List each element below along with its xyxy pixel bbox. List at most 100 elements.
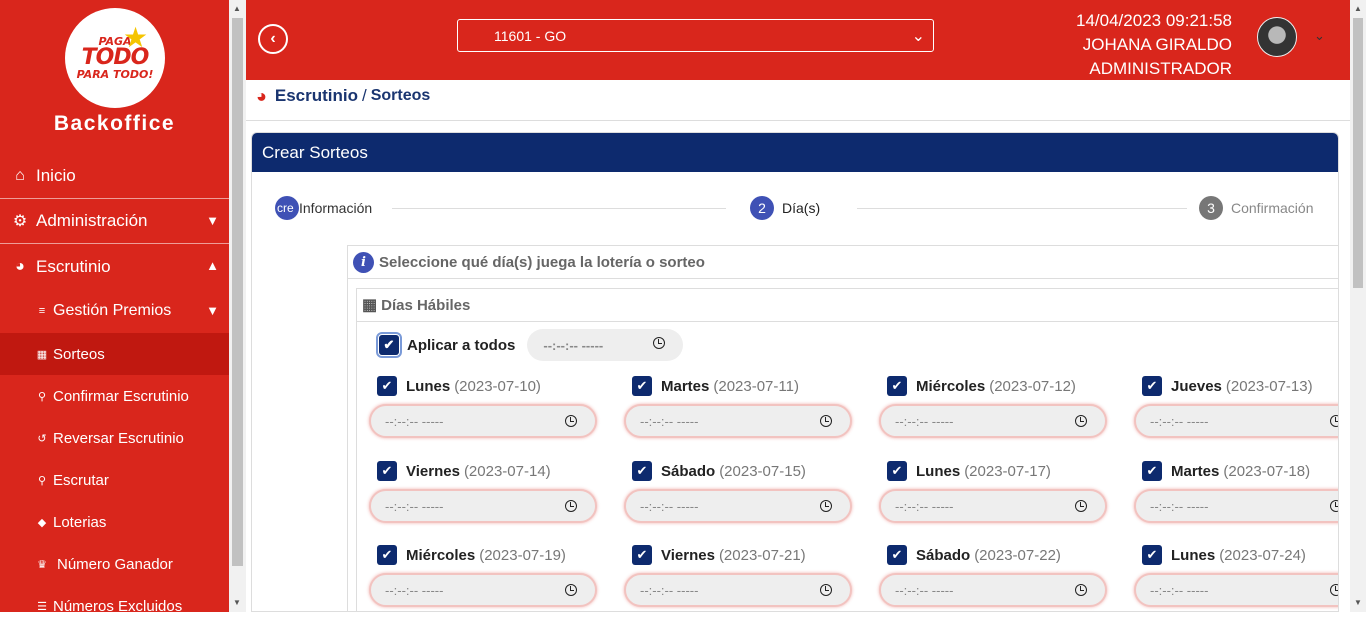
clock-icon[interactable]	[565, 584, 577, 596]
day-time-input[interactable]: --:--:-- -----	[1134, 404, 1338, 438]
day-label[interactable]: ✔ Lunes (2023-07-24)	[1142, 543, 1306, 567]
clock-icon[interactable]	[1330, 415, 1338, 427]
ticket-icon: ◆	[37, 516, 47, 529]
day-checkbox[interactable]: ✔	[887, 376, 907, 396]
day-checkbox[interactable]: ✔	[632, 461, 652, 481]
scrollbar-thumb[interactable]	[1353, 18, 1363, 288]
step-confirmacion[interactable]: 3 Confirmación	[1199, 196, 1313, 220]
scroll-down-arrow-icon[interactable]: ▼	[233, 598, 241, 607]
day-time-input[interactable]: --:--:-- -----	[624, 404, 852, 438]
sidebar-item-gestion-premios[interactable]: ≡ Gestión Premios ▼	[0, 289, 229, 333]
chevron-left-icon: ‹	[270, 30, 276, 47]
step-dias[interactable]: 2 Día(s)	[750, 196, 820, 220]
clock-icon[interactable]	[820, 415, 832, 427]
time-placeholder: --:--:-- -----	[640, 413, 699, 429]
sidebar-item-escrutinio[interactable]: ◕ Escrutinio ▲	[0, 244, 229, 289]
day-entry: ✔ Miércoles (2023-07-19) --:--:-- -----	[369, 543, 604, 611]
day-checkbox[interactable]: ✔	[1142, 376, 1162, 396]
day-label[interactable]: ✔ Martes (2023-07-18)	[1142, 459, 1310, 483]
day-entry: ✔ Viernes (2023-07-14) --:--:-- -----	[369, 459, 604, 539]
back-button[interactable]: ‹	[258, 24, 288, 54]
main-scrollbar[interactable]: ▲ ▼	[1350, 0, 1366, 612]
clock-icon[interactable]	[653, 337, 666, 349]
sidebar-item-confirmar-escrutinio[interactable]: ⚲ Confirmar Escrutinio	[0, 375, 229, 417]
clock-icon[interactable]	[1075, 415, 1087, 427]
day-time-input[interactable]: --:--:-- -----	[879, 573, 1107, 607]
day-label[interactable]: ✔ Sábado (2023-07-22)	[887, 543, 1061, 567]
clock-icon[interactable]	[820, 500, 832, 512]
scroll-up-arrow-icon[interactable]: ▲	[1354, 4, 1362, 13]
day-label[interactable]: ✔ Viernes (2023-07-21)	[632, 543, 806, 567]
avatar[interactable]	[1257, 17, 1297, 57]
sidebar-item-label: Inicio	[36, 166, 76, 185]
scroll-down-arrow-icon[interactable]: ▼	[1354, 598, 1362, 607]
day-checkbox[interactable]: ✔	[887, 545, 907, 565]
day-label[interactable]: ✔ Lunes (2023-07-10)	[377, 374, 541, 398]
breadcrumb-section[interactable]: Escrutinio	[275, 86, 358, 106]
day-checkbox[interactable]: ✔	[632, 376, 652, 396]
day-checkbox[interactable]: ✔	[377, 461, 397, 481]
day-date: (2023-07-11)	[713, 377, 799, 395]
day-label[interactable]: ✔ Sábado (2023-07-15)	[632, 459, 806, 483]
logo[interactable]: PAGA TODO PARA TODO! ★	[65, 8, 165, 108]
star-icon: ★	[123, 22, 149, 53]
sidebar-scrollbar[interactable]: ▲ ▼	[229, 0, 246, 612]
sliders-icon: ≡	[38, 305, 46, 317]
day-time-input[interactable]: --:--:-- -----	[624, 489, 852, 523]
day-time-input[interactable]: --:--:-- -----	[369, 404, 597, 438]
sidebar-item-numeros-excluidos[interactable]: ☰ Números Excluidos	[0, 585, 229, 627]
day-time-input[interactable]: --:--:-- -----	[879, 489, 1107, 523]
apply-all-label[interactable]: Aplicar a todos	[407, 337, 515, 354]
day-label[interactable]: ✔ Martes (2023-07-11)	[632, 374, 799, 398]
day-checkbox[interactable]: ✔	[377, 376, 397, 396]
step-label: Información	[299, 200, 373, 216]
clock-icon[interactable]	[565, 500, 577, 512]
day-time-input[interactable]: --:--:-- -----	[369, 573, 597, 607]
sidebar-item-inicio[interactable]: ⌂ Inicio	[0, 154, 229, 199]
sidebar-item-reversar-escrutinio[interactable]: ↺ Reversar Escrutinio	[0, 417, 229, 459]
day-time-input[interactable]: --:--:-- -----	[1134, 489, 1338, 523]
day-checkbox[interactable]: ✔	[1142, 461, 1162, 481]
day-checkbox[interactable]: ✔	[632, 545, 652, 565]
sidebar-item-administracion[interactable]: ⚙ Administración ▼	[0, 199, 229, 244]
sidebar-item-escrutar[interactable]: ⚲ Escrutar	[0, 459, 229, 501]
clock-icon[interactable]	[1330, 584, 1338, 596]
calendar-icon: ▦	[36, 348, 48, 361]
apply-all-checkbox[interactable]: ✔	[376, 332, 402, 358]
day-time-input[interactable]: --:--:-- -----	[879, 404, 1107, 438]
scroll-up-arrow-icon[interactable]: ▲	[233, 4, 241, 13]
sidebar-item-loterias[interactable]: ◆ Loterias	[0, 501, 229, 543]
chevron-down-icon[interactable]: ⌄	[1314, 28, 1325, 44]
clock-icon[interactable]	[1330, 500, 1338, 512]
brand-title: Backoffice	[53, 112, 176, 135]
time-placeholder: --:--:-- -----	[1150, 413, 1209, 429]
clock-icon[interactable]	[1075, 500, 1087, 512]
day-date: (2023-07-24)	[1219, 546, 1306, 564]
day-label[interactable]: ✔ Jueves (2023-07-13)	[1142, 374, 1313, 398]
time-placeholder: --:--:-- -----	[640, 582, 699, 598]
scrollbar-thumb[interactable]	[232, 18, 243, 566]
day-time-input[interactable]: --:--:-- -----	[624, 573, 852, 607]
day-label[interactable]: ✔ Lunes (2023-07-17)	[887, 459, 1051, 483]
day-entry: ✔ Martes (2023-07-18) --:--:-- -----	[1134, 459, 1338, 539]
apply-all-time-input[interactable]: --:--:-- -----	[527, 329, 684, 361]
day-time-input[interactable]: --:--:-- -----	[369, 489, 597, 523]
day-date: (2023-07-10)	[454, 377, 541, 395]
time-placeholder: --:--:-- -----	[385, 413, 444, 429]
day-checkbox[interactable]: ✔	[377, 545, 397, 565]
clock-icon[interactable]	[565, 415, 577, 427]
day-label[interactable]: ✔ Miércoles (2023-07-12)	[887, 374, 1076, 398]
day-label[interactable]: ✔ Viernes (2023-07-14)	[377, 459, 551, 483]
day-label[interactable]: ✔ Miércoles (2023-07-19)	[377, 543, 566, 567]
day-time-input[interactable]: --:--:-- -----	[1134, 573, 1338, 607]
sidebar-item-numero-ganador[interactable]: ♛ Número Ganador	[0, 543, 229, 585]
clock-icon[interactable]	[1075, 584, 1087, 596]
step-informacion[interactable]: cre Información	[275, 196, 372, 220]
clock-icon[interactable]	[820, 584, 832, 596]
site-select[interactable]: 11601 - GO ⌄	[457, 19, 934, 52]
day-checkbox[interactable]: ✔	[887, 461, 907, 481]
day-checkbox[interactable]: ✔	[1142, 545, 1162, 565]
day-entry: ✔ Miércoles (2023-07-12) --:--:-- -----	[879, 374, 1114, 454]
sidebar-item-sorteos[interactable]: ▦ Sorteos	[0, 333, 229, 375]
user-role: ADMINISTRADOR	[1089, 59, 1232, 78]
